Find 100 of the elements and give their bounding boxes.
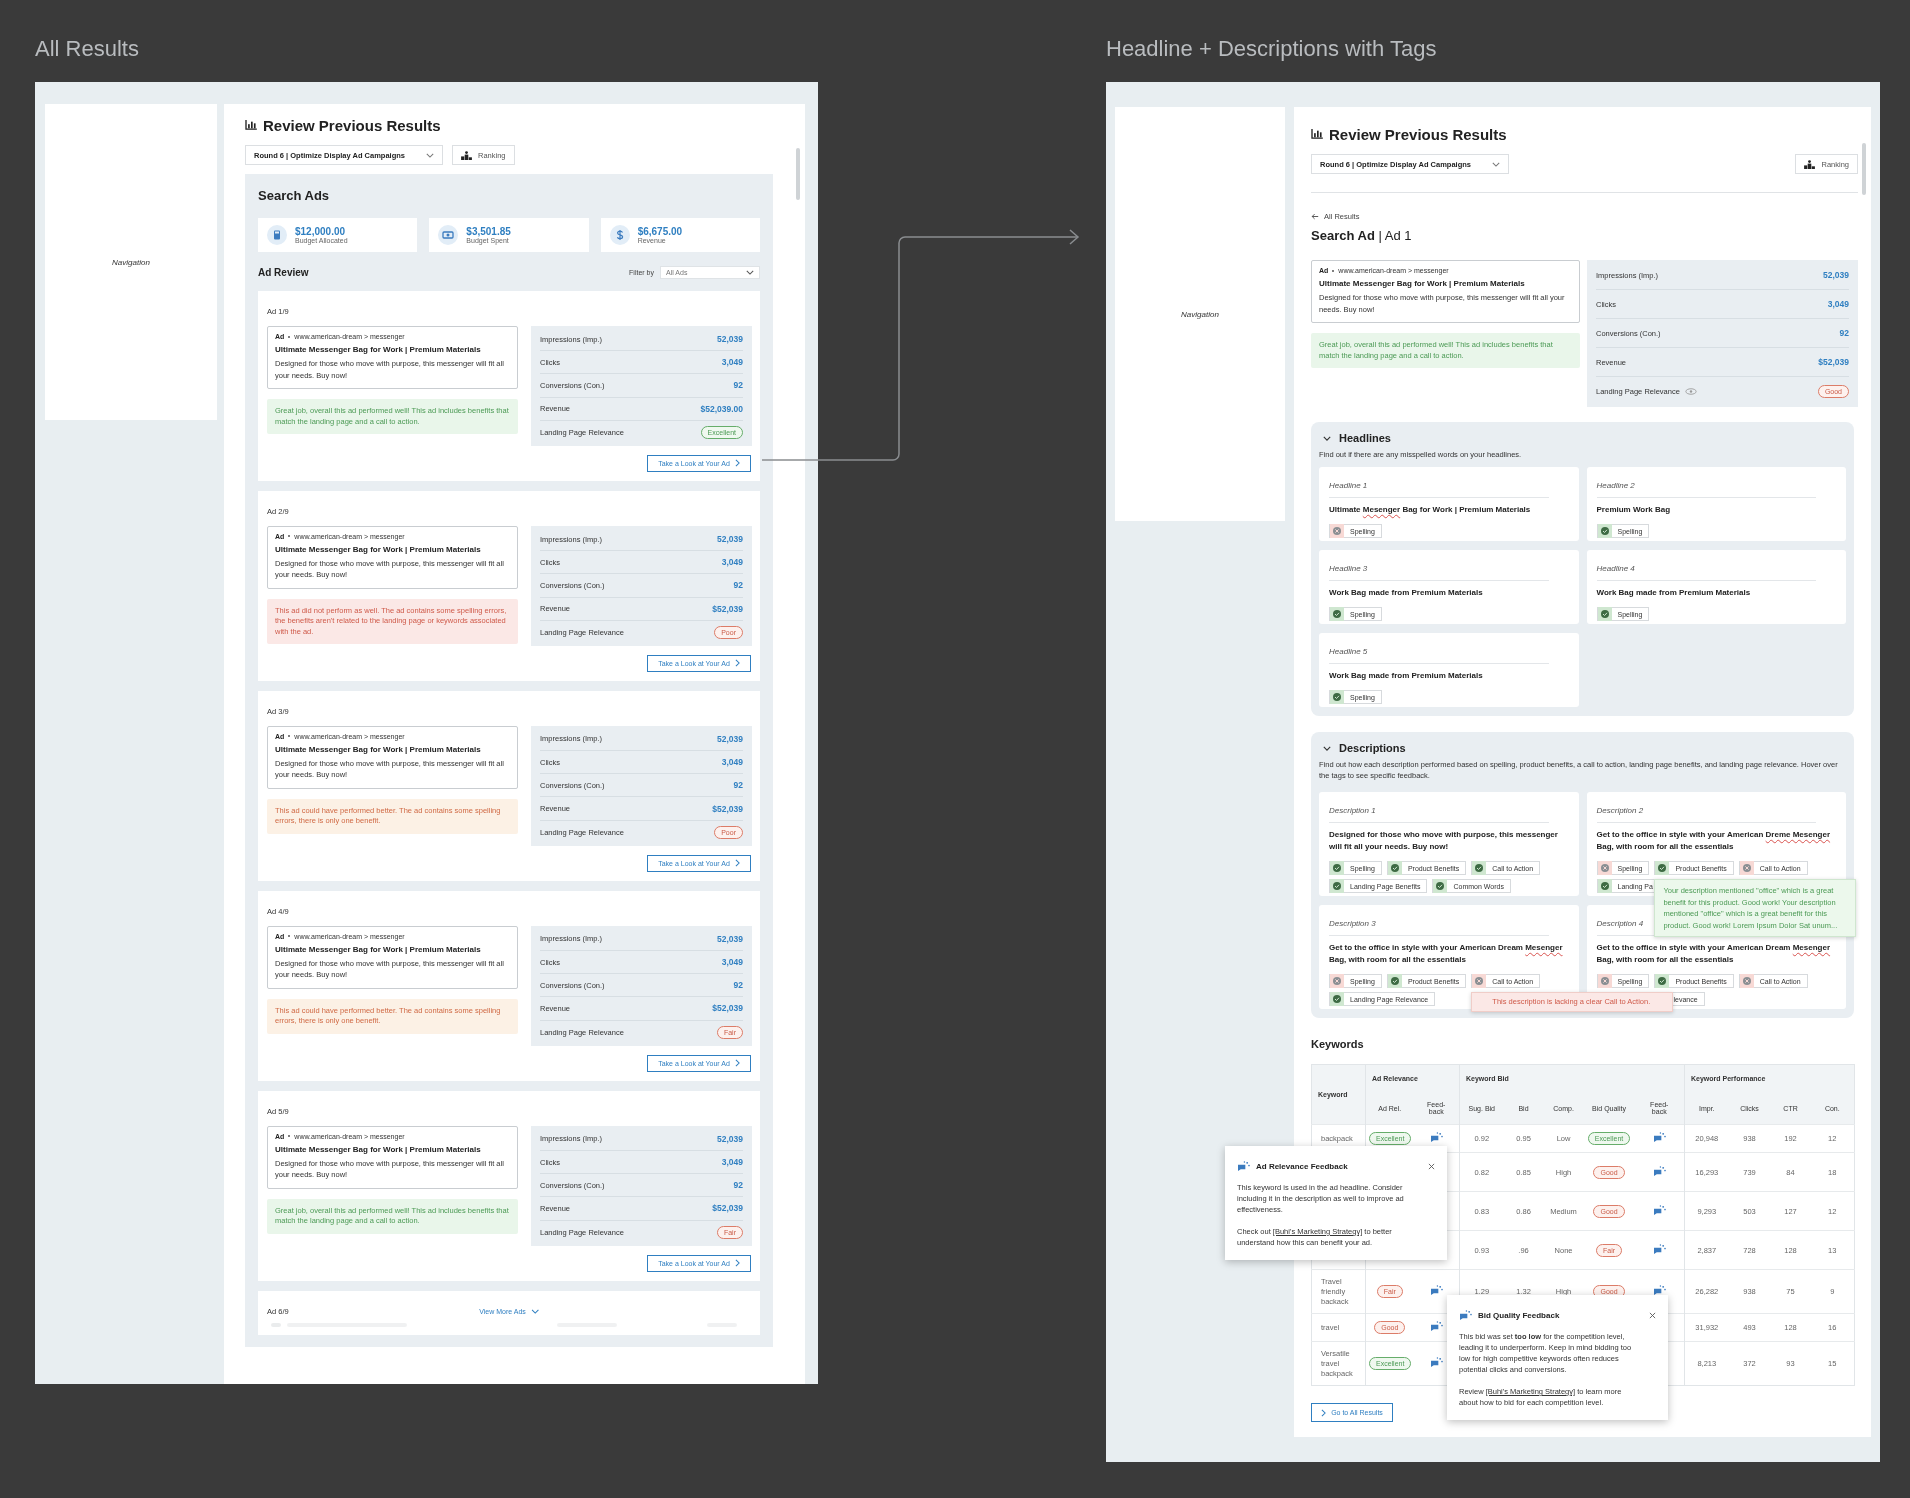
stat-value: 3,049	[721, 1157, 743, 1168]
popover-title: Bid Quality Feedback	[1478, 1310, 1560, 1320]
page-title: Review Previous Results	[263, 116, 441, 134]
headline-text: Premium Work Bag	[1596, 504, 1672, 516]
stat-value: 92	[733, 980, 743, 991]
stat-value: $52,039	[712, 803, 743, 814]
stat-value: 3,049	[1827, 299, 1849, 309]
page-title: Review Previous Results	[1329, 125, 1507, 143]
headline-text: Work Bag made from Premium Materials	[1596, 587, 1752, 599]
chat-bubble-icon[interactable]	[1652, 1285, 1666, 1296]
chevron-down-icon	[1492, 161, 1500, 167]
stat-value: $52,039	[712, 1203, 743, 1214]
description-label: Description 3	[1329, 918, 1376, 929]
section-title: Search Ads	[258, 187, 331, 205]
navigation-panel: Navigation	[45, 104, 217, 420]
close-button[interactable]	[1428, 1162, 1435, 1170]
chat-bubble-icon	[1237, 1160, 1250, 1172]
popover-title: Ad Relevance Feedback	[1256, 1161, 1348, 1171]
section-title: Headlines	[1339, 432, 1391, 444]
chevron-down-icon	[746, 269, 754, 275]
headline-text: Ultimate Mesenger Bag for Work | Premium Materials	[1329, 504, 1532, 516]
calculator-icon	[267, 225, 287, 245]
headline-label: Headline 3	[1329, 563, 1368, 574]
ad-headline: Ultimate Messenger Bag for Work | Premium Materials	[275, 543, 482, 555]
keywords-title: Keywords	[1311, 1037, 1364, 1052]
chat-bubble-icon[interactable]	[1429, 1285, 1443, 1296]
section-title: Descriptions	[1339, 742, 1406, 754]
close-button[interactable]	[1649, 1311, 1656, 1319]
chevron-right-icon	[734, 459, 740, 468]
description-text: Get to the office in style with your American Dream Mesenger Bag, with room for all the essentials	[1596, 942, 1832, 966]
board-title: Headline + Descriptions with Tags	[1106, 36, 1438, 63]
chevron-down-icon[interactable]	[1323, 745, 1331, 751]
scrollbar-thumb[interactable]	[1862, 143, 1866, 195]
chat-bubble-icon	[1459, 1309, 1472, 1321]
stat-value: 52,039	[717, 933, 743, 944]
bar-chart-icon	[1311, 129, 1323, 139]
coin-icon	[609, 225, 630, 245]
headline-text: Work Bag made from Premium Materials	[1329, 587, 1484, 599]
headline-label: Headline 1	[1329, 480, 1368, 491]
headline-label: Headline 5	[1329, 646, 1368, 657]
stat-value: 52,039	[717, 334, 743, 345]
chevron-right-icon	[734, 659, 740, 668]
description-label: Description 1	[1329, 805, 1376, 816]
chevron-down-icon[interactable]	[1323, 435, 1331, 441]
chevron-down-icon	[426, 152, 434, 158]
chevron-right-icon	[734, 1059, 740, 1068]
stat-value: 52,039	[717, 534, 743, 545]
stat-value: 52,039	[717, 1133, 743, 1144]
chevron-down-icon	[530, 1308, 539, 1314]
description-text: Get to the office in style with your American Dreme Mesenger Bag, with room for all the essentials	[1596, 829, 1832, 853]
stat-value: 52,039	[1823, 270, 1849, 280]
stat-value: 92	[733, 780, 743, 791]
budget-value: $6,675.00	[637, 226, 683, 237]
stat-value: 3,049	[721, 357, 743, 368]
stat-value: 92	[1839, 328, 1849, 338]
ad-headline: Ultimate Messenger Bag for Work | Premium Materials	[275, 1143, 482, 1155]
chat-bubble-icon[interactable]	[1652, 1165, 1666, 1177]
budget-value: $3,501.85	[466, 226, 511, 237]
chat-bubble-icon[interactable]	[1652, 1204, 1666, 1216]
description-text: Designed for those who move with purpose, this messenger will fit all your needs. Buy now!	[1329, 829, 1559, 853]
chevron-right-icon	[734, 859, 740, 868]
ad-headline: Ultimate Messenger Bag for Work | Premium Materials	[1319, 278, 1526, 289]
bar-chart-icon	[245, 120, 257, 130]
budget-value: $12,000.00	[295, 226, 347, 237]
description-label: Description 4	[1596, 918, 1644, 929]
stat-value: $52,039.00	[700, 403, 743, 414]
headline-label: Headline 4	[1596, 563, 1635, 574]
headline-text: Work Bag made from Premium Materials	[1329, 670, 1484, 682]
cash-icon	[438, 225, 459, 245]
stat-value: 92	[733, 580, 743, 591]
chat-bubble-icon[interactable]	[1652, 1132, 1666, 1143]
chat-bubble-icon[interactable]	[1429, 1132, 1443, 1143]
stat-value: $52,039	[712, 603, 743, 614]
back-arrow-icon	[1311, 212, 1319, 220]
chevron-right-icon	[1321, 1408, 1327, 1417]
chat-bubble-icon[interactable]	[1429, 1357, 1443, 1368]
headline-label: Headline 2	[1596, 480, 1635, 491]
stat-value: 3,049	[721, 757, 743, 768]
ad-review-title: Ad Review	[258, 266, 309, 278]
stat-value: $52,039	[712, 1003, 743, 1014]
navigation-panel: Navigation	[1115, 107, 1285, 521]
ad-headline: Ultimate Messenger Bag for Work | Premium Materials	[275, 943, 482, 955]
stat-value: 92	[733, 380, 743, 391]
stat-value: 3,049	[721, 557, 743, 568]
description-text: Get to the office in style with your American Dream Mesenger Bag, with room for all the essentials	[1329, 942, 1564, 966]
ad-title: Search Ad | Ad 1	[1311, 228, 1412, 244]
scrollbar-thumb[interactable]	[796, 148, 800, 200]
stat-value: 3,049	[721, 957, 743, 968]
stat-value: $52,039	[1818, 357, 1849, 367]
stat-value: 52,039	[717, 733, 743, 744]
podium-icon	[461, 150, 472, 160]
ad-headline: Ultimate Messenger Bag for Work | Premium Materials	[275, 743, 482, 755]
stat-value: 92	[733, 1180, 743, 1191]
board-title: All Results	[35, 36, 140, 63]
chat-bubble-icon[interactable]	[1429, 1321, 1443, 1332]
description-label: Description 2	[1596, 805, 1644, 816]
chat-bubble-icon[interactable]	[1652, 1243, 1666, 1255]
podium-icon	[1804, 159, 1816, 169]
chevron-right-icon	[734, 1259, 740, 1268]
ad-headline: Ultimate Messenger Bag for Work | Premium Materials	[275, 344, 482, 355]
